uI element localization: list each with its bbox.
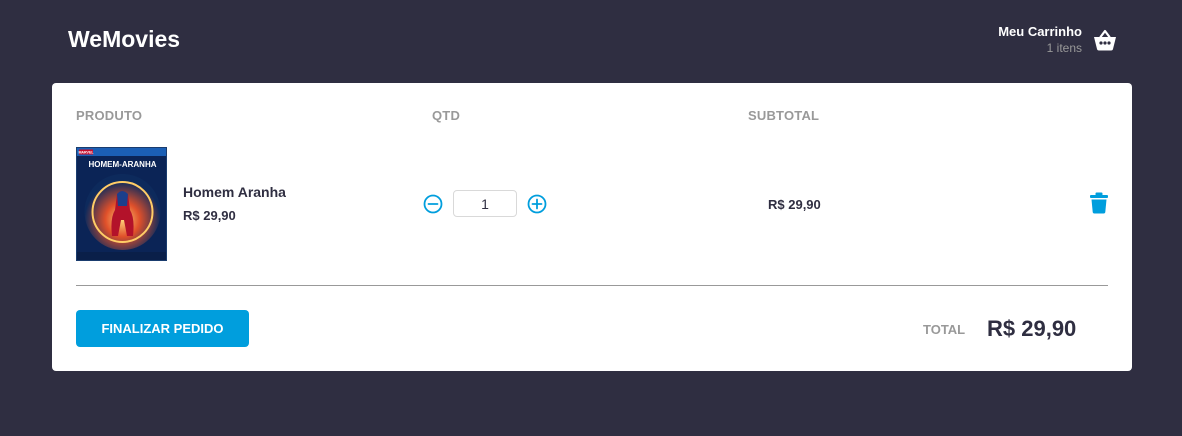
column-header-subtotal: SUBTOTAL [748,108,820,123]
checkout-button[interactable]: FINALIZAR PEDIDO [76,310,249,347]
cart-link[interactable]: Meu Carrinho 1 itens [998,24,1118,56]
divider [76,285,1108,286]
cart-card: PRODUTO QTD SUBTOTAL MARVEL HOMEM-ARANHA… [52,83,1132,371]
poster-brand: MARVEL [78,151,94,155]
column-header-quantity: QTD [432,108,461,123]
product-price: R$ 29,90 [183,208,236,223]
poster-title: HOMEM-ARANHA [89,160,157,169]
logo[interactable]: WeMovies [68,26,180,53]
product-poster: MARVEL HOMEM-ARANHA [76,147,167,261]
cart-summary: Meu Carrinho 1 itens [998,24,1082,56]
increase-quantity-icon[interactable] [527,194,547,214]
cart-count: 1 itens [1046,41,1082,55]
product-title: Homem Aranha [183,184,286,200]
trash-icon[interactable] [1089,192,1109,214]
total-label: TOTAL [923,322,966,337]
column-header-product: PRODUTO [76,108,143,123]
app-header: WeMovies Meu Carrinho 1 itens [0,0,1182,83]
quantity-input[interactable] [453,190,517,217]
total-value: R$ 29,90 [987,316,1077,341]
cart-title: Meu Carrinho [998,24,1082,39]
item-subtotal: R$ 29,90 [768,197,821,212]
basket-icon[interactable] [1092,27,1118,53]
decrease-quantity-icon[interactable] [423,194,443,214]
poster-artwork: MARVEL HOMEM-ARANHA [77,148,166,260]
